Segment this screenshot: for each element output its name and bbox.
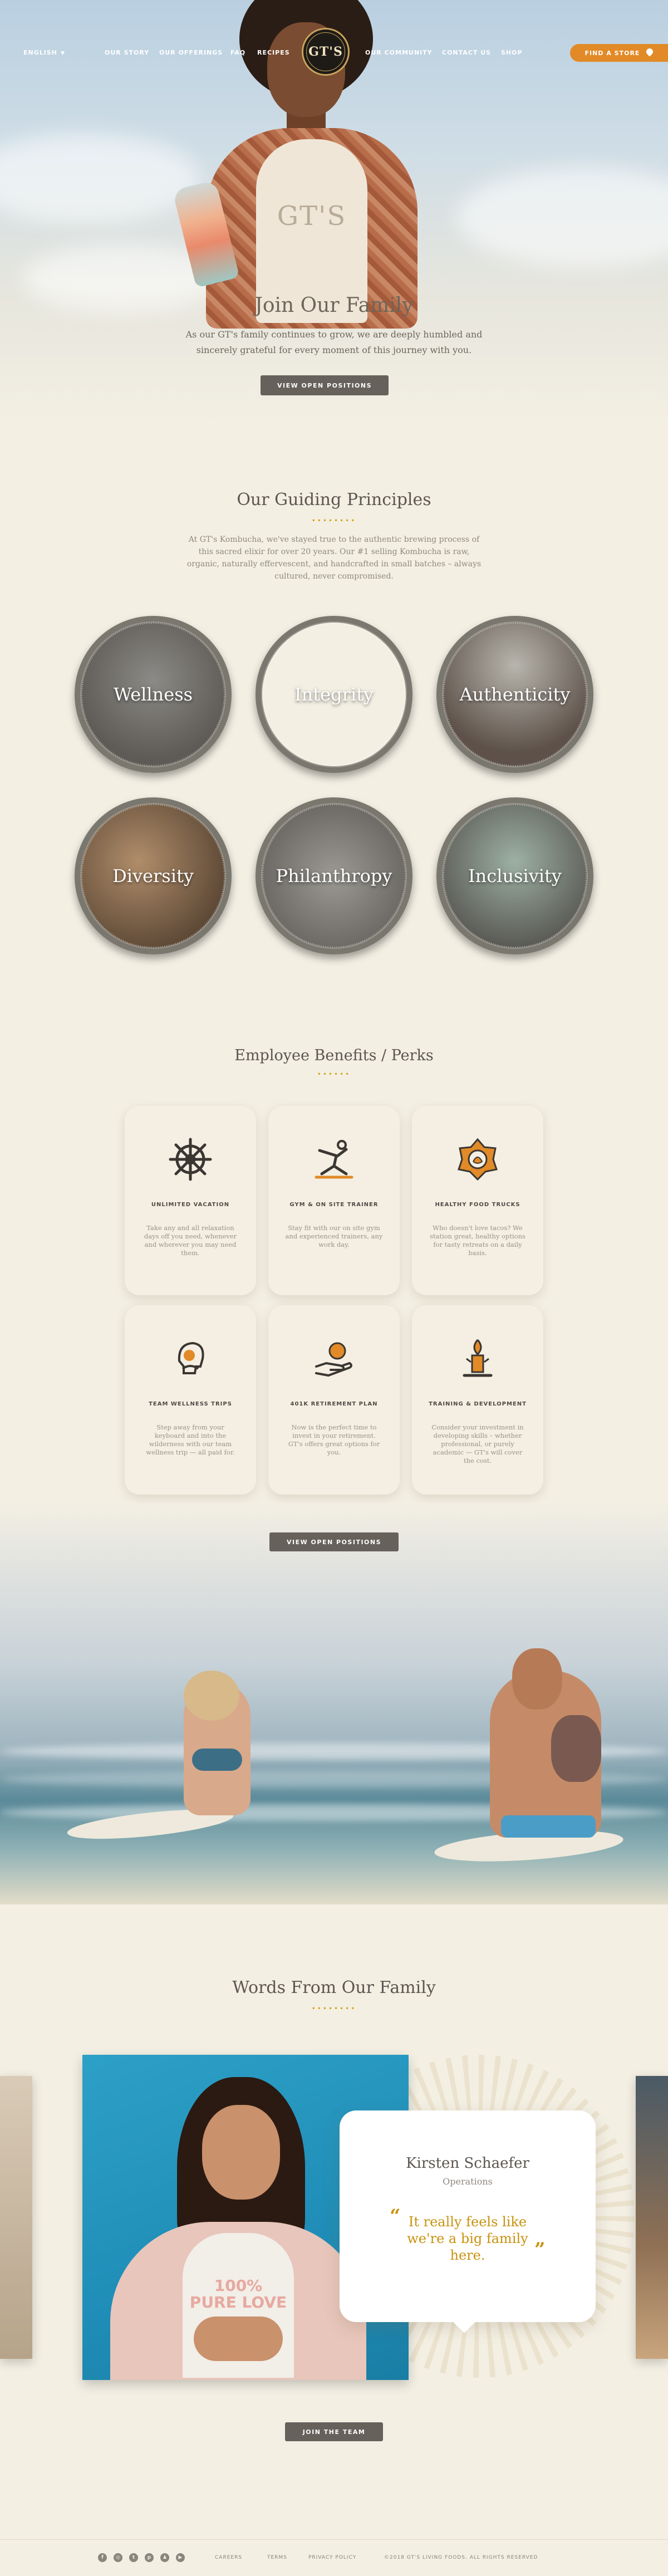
instagram-icon[interactable]: ◎ [114,2553,122,2562]
heart-hands [194,2317,283,2361]
twitter-icon[interactable]: t [129,2553,138,2562]
footer-link-terms[interactable]: TERMS [267,2555,287,2560]
principle-philanthropy[interactable]: Philanthropy [256,797,412,954]
footer-link-careers[interactable]: CAREERS [215,2555,242,2560]
nav-contact-us[interactable]: CONTACT US [442,49,491,56]
pinterest-icon[interactable]: p [145,2553,154,2562]
testimonial-role: Operations [443,2176,493,2187]
cloud [456,167,668,267]
testimonial-name: Kirsten Schaefer [406,2155,529,2172]
hero-text: Join Our Family As our GT's family conti… [0,294,668,358]
lotus-badge-icon [458,1138,498,1181]
principles-body: At GT's Kombucha, we've stayed true to t… [186,535,482,581]
copyright: ©2018 GT'S LIVING FOODS. ALL RIGHTS RESE… [384,2555,538,2560]
gts-logo[interactable]: GT'S [302,28,350,76]
page: GT'S ENGLISH ▼ OUR STORY OUR OFFERINGS FA… [0,0,668,2576]
benefit-card: 401K RETIREMENT PLAN Now is the perfect … [268,1305,400,1495]
nav-shop[interactable]: SHOP [501,49,523,56]
tee-print: GT'S [277,200,347,232]
beach-surfers-photo [0,1504,668,1904]
hero-section: GT'S ENGLISH ▼ OUR STORY OUR OFFERINGS FA… [0,0,668,423]
principle-diversity[interactable]: Diversity [75,797,232,954]
benefit-card: TEAM WELLNESS TRIPS Step away from your … [125,1305,256,1495]
ship-wheel-icon [169,1138,212,1181]
benefit-card: GYM & ON SITE TRAINER Stay fit with our … [268,1106,400,1295]
yoga-pose-icon [315,1140,353,1179]
footer: f ◎ t p ♟ ▶ CAREERS TERMS PRIVACY POLICY… [0,2539,668,2576]
shirt-print: 100% PURE LOVE [189,2276,287,2311]
benefits-title: Employee Benefits / Perks [234,1047,434,1064]
nav-our-community[interactable]: OUR COMMUNITY [365,49,433,56]
close-quote-icon: ” [534,2239,546,2261]
view-open-positions-button[interactable]: VIEW OPEN POSITIONS [269,1532,399,1551]
principle-authenticity[interactable]: Authenticity [436,616,593,773]
principle-inclusivity[interactable]: Inclusivity [436,797,593,954]
benefit-card: UNLIMITED VACATION Take any and all rela… [125,1106,256,1295]
find-store-button[interactable]: FIND A STORE [570,44,668,62]
prev-testimonial-photo[interactable] [0,2076,32,2359]
torch-icon [463,1339,493,1377]
nav-faq[interactable]: FAQ [230,49,245,56]
snapchat-icon[interactable]: ♟ [160,2553,169,2562]
testimonial-quote: It really feels like we're a big family … [407,2214,528,2263]
title-dots: •••••• [317,1070,351,1078]
join-the-team-button[interactable]: JOIN THE TEAM [285,2422,383,2441]
title-dots: •••••••• [311,2005,357,2012]
cloud [0,134,200,223]
testimonials-title: Words From Our Family [232,1978,436,1997]
language-selector[interactable]: ENGLISH ▼ [23,49,65,56]
page-title: Join Our Family [254,294,414,317]
principle-wellness[interactable]: Wellness [75,616,232,773]
principles-title: Our Guiding Principles [237,490,431,510]
principle-integrity[interactable]: Integrity [256,616,412,773]
hero-subtitle: As our GT's family continues to grow, we… [185,329,483,355]
title-dots: •••••••• [311,517,357,525]
map-pin-icon [646,48,653,57]
facebook-icon[interactable]: f [98,2553,107,2562]
nav-our-offerings[interactable]: OUR OFFERINGS [159,49,223,56]
view-open-positions-button[interactable]: VIEW OPEN POSITIONS [261,375,389,395]
footer-link-privacy-policy[interactable]: PRIVACY POLICY [308,2555,356,2560]
benefit-card: HEALTHY FOOD TRUCKS Who doesn't love tac… [412,1106,543,1295]
nav-our-story[interactable]: OUR STORY [105,49,149,56]
chevron-down-icon: ▼ [60,51,65,56]
benefit-card: TRAINING & DEVELOPMENT Consider your inv… [412,1305,543,1495]
team-head-icon [178,1341,204,1374]
hand-coin-icon [315,1342,352,1377]
testimonial-quote-card: Kirsten Schaefer Operations “ It really … [340,2110,596,2322]
next-testimonial-photo[interactable] [636,2076,668,2359]
youtube-icon[interactable]: ▶ [176,2553,185,2562]
nav-recipes[interactable]: RECIPES [257,49,290,56]
